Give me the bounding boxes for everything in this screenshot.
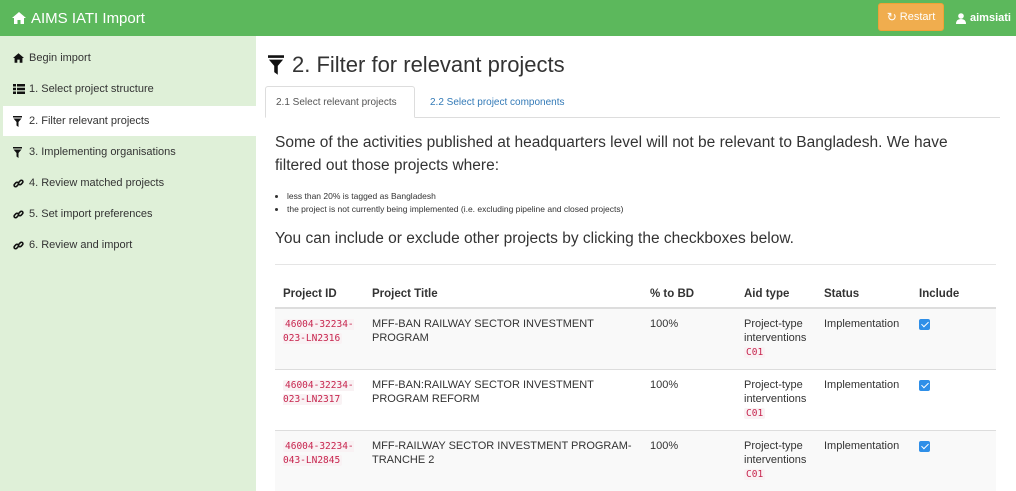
- user-icon: [956, 12, 966, 24]
- sidebar-item-select-structure[interactable]: 1. Select project structure: [3, 74, 256, 104]
- aid-type-cell: Project-type interventions C01: [736, 368, 816, 430]
- include-checkbox[interactable]: [919, 440, 930, 452]
- list-item: less than 20% is tagged as Bangladesh: [287, 190, 623, 203]
- sidebar-item-label: 1. Select project structure: [29, 83, 154, 95]
- col-header-project-id[interactable]: Project ID: [275, 280, 364, 309]
- link-icon: [13, 209, 27, 220]
- col-header-pct-bd[interactable]: % to BD: [642, 280, 736, 309]
- sidebar-item-import-preferences[interactable]: 5. Set import preferences: [3, 199, 256, 229]
- home-icon: [12, 12, 26, 24]
- filter-criteria-list: less than 20% is tagged as Bangladesh th…: [287, 190, 623, 216]
- aid-type-code: C01: [744, 407, 766, 419]
- project-id: 46004-32234-023-LN2317: [283, 379, 354, 405]
- list-icon: [13, 84, 27, 94]
- include-checkbox[interactable]: [919, 319, 930, 330]
- sidebar-item-label: 5. Set import preferences: [29, 208, 153, 220]
- col-header-status[interactable]: Status: [816, 280, 911, 309]
- project-title: MFF-RAILWAY SECTOR INVESTMENT PROGRAM-TR…: [364, 429, 642, 491]
- include-cell: [911, 368, 996, 430]
- include-cell: [911, 307, 996, 369]
- divider: [275, 264, 996, 265]
- status: Implementation: [816, 368, 911, 430]
- col-header-aid-type[interactable]: Aid type: [736, 280, 816, 309]
- sidebar-item-label: 4. Review matched projects: [29, 177, 165, 189]
- table-header-row: Project ID Project Title % to BD Aid typ…: [275, 280, 996, 309]
- list-item: the project is not currently being imple…: [287, 203, 623, 216]
- aid-type: Project-type interventions: [744, 378, 807, 405]
- aid-type: Project-type interventions: [744, 318, 807, 344]
- project-id: 46004-32234-043-LN2845: [283, 440, 354, 466]
- table-row: 46004-32234-043-LN2845 MFF-RAILWAY SECTO…: [275, 429, 996, 491]
- project-id: 46004-32234-023-LN2316: [283, 319, 354, 344]
- aid-type-cell: Project-type interventions C01: [736, 307, 816, 369]
- step-tabs: 2.1 Select relevant projects 2.2 Select …: [265, 86, 1000, 118]
- sidebar-item-review-import[interactable]: 6. Review and import: [3, 230, 256, 260]
- pct-bd: 100%: [642, 368, 736, 430]
- top-navbar: AIMS IATI Import ↻ Restart aimsiati: [0, 0, 1016, 36]
- aid-type: Project-type interventions: [744, 439, 807, 466]
- page-title-text: 2. Filter for relevant projects: [292, 52, 565, 77]
- page-title: 2. Filter for relevant projects: [268, 52, 565, 78]
- col-header-include[interactable]: Include: [911, 280, 996, 309]
- user-name: aimsiati: [970, 12, 1011, 24]
- app-title: AIMS IATI Import: [31, 9, 145, 27]
- sidebar-item-label: 3. Implementing organisations: [29, 146, 176, 158]
- sidebar-item-implementing-orgs[interactable]: 3. Implementing organisations: [3, 137, 256, 167]
- app-brand[interactable]: AIMS IATI Import: [12, 0, 145, 36]
- sidebar-item-review-matched[interactable]: 4. Review matched projects: [3, 168, 256, 198]
- sidebar-item-label: 2. Filter relevant projects: [29, 115, 150, 127]
- link-icon: [13, 178, 27, 189]
- projects-table: Project ID Project Title % to BD Aid typ…: [275, 280, 996, 491]
- project-id-cell: 46004-32234-023-LN2316: [275, 307, 364, 369]
- sidebar-item-begin-import[interactable]: Begin import: [3, 43, 256, 73]
- filter-icon: [13, 146, 27, 158]
- pct-bd: 100%: [642, 307, 736, 369]
- sidebar-item-filter-projects[interactable]: 2. Filter relevant projects: [3, 106, 256, 136]
- restart-label: Restart: [899, 11, 936, 23]
- filter-icon: [268, 55, 284, 75]
- instruction-text: You can include or exclude other project…: [275, 230, 794, 247]
- status: Implementation: [816, 307, 911, 369]
- aid-type-code: C01: [744, 347, 766, 358]
- col-header-project-title[interactable]: Project Title: [364, 280, 642, 309]
- restart-button[interactable]: ↻ Restart: [878, 3, 944, 31]
- project-title: MFF-BAN RAILWAY SECTOR INVESTMENT PROGRA…: [364, 307, 642, 369]
- table-row: 46004-32234-023-LN2316 MFF-BAN RAILWAY S…: [275, 307, 996, 369]
- refresh-icon: ↻: [886, 10, 897, 24]
- user-menu[interactable]: aimsiati: [956, 0, 1011, 36]
- project-id-cell: 46004-32234-043-LN2845: [275, 429, 364, 491]
- link-icon: [13, 240, 27, 251]
- project-id-cell: 46004-32234-023-LN2317: [275, 368, 364, 430]
- table-row: 46004-32234-023-LN2317 MFF-BAN:RAILWAY S…: [275, 368, 996, 430]
- intro-text: Some of the activities published at head…: [275, 134, 948, 174]
- sidebar-item-label: 6. Review and import: [29, 239, 133, 251]
- include-checkbox[interactable]: [919, 379, 930, 391]
- project-title: MFF-BAN:RAILWAY SECTOR INVESTMENT PROGRA…: [364, 368, 642, 430]
- aid-type-code: C01: [744, 468, 766, 480]
- home-icon: [13, 53, 27, 63]
- tab-select-project-components[interactable]: 2.2 Select project components: [420, 86, 575, 118]
- status: Implementation: [816, 429, 911, 491]
- include-cell: [911, 429, 996, 491]
- pct-bd: 100%: [642, 429, 736, 491]
- filter-icon: [13, 115, 27, 127]
- tab-select-relevant-projects[interactable]: 2.1 Select relevant projects: [265, 86, 415, 118]
- sidebar: Begin import 1. Select project structure…: [0, 36, 256, 491]
- sidebar-item-label: Begin import: [29, 52, 91, 64]
- aid-type-cell: Project-type interventions C01: [736, 429, 816, 491]
